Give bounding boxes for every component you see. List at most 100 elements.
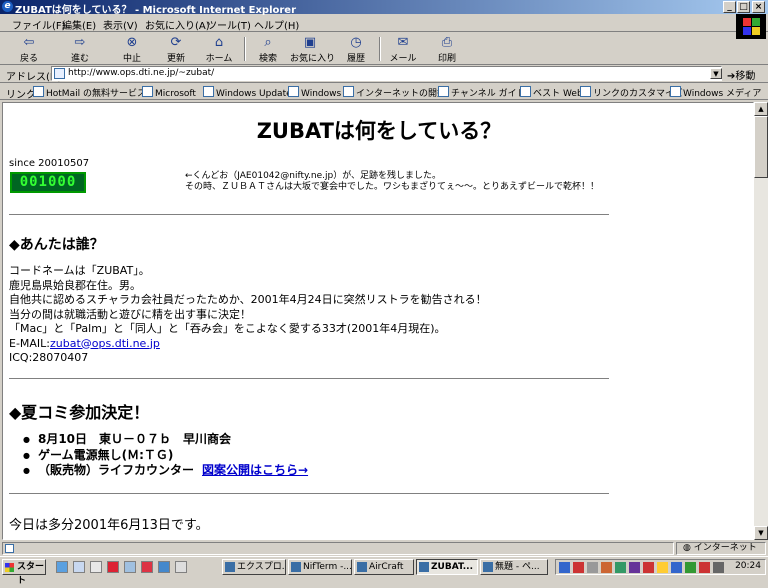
mail-button[interactable]: ✉ メール [383, 35, 423, 64]
stop-icon: ⊗ [126, 35, 138, 50]
tray-icon[interactable] [559, 562, 570, 573]
forward-button[interactable]: ⇨ 進む [60, 35, 100, 64]
scroll-up-button[interactable]: ▲ [754, 102, 768, 116]
printer-icon: ⎙ [441, 35, 453, 50]
menu-view[interactable]: 表示(V) [103, 17, 138, 32]
title-bar[interactable]: e ZUBATは何をしている？ - Microsoft Internet Exp… [0, 0, 768, 16]
search-icon: ⌕ [264, 35, 272, 50]
since-date: since 20010507 [9, 158, 90, 169]
vertical-scrollbar[interactable]: ▲ ▼ [754, 102, 768, 540]
link-windows-media[interactable]: Windows メディア [670, 86, 761, 99]
task-explorer[interactable]: エクスプロ... [222, 559, 286, 575]
link-windows[interactable]: Windows [288, 86, 341, 99]
standard-toolbar: ⇦ 戻る ⇨ 進む ⊗ 中止 ⟳ 更新 ⌂ ホーム ⌕ 検索 ▣ お気に入り ◷ [0, 33, 768, 65]
quicklaunch-icon[interactable] [124, 561, 136, 573]
divider [9, 493, 609, 495]
tray-icon[interactable] [657, 562, 668, 573]
tray-icon[interactable] [671, 562, 682, 573]
print-button[interactable]: ⎙ 印刷 [427, 35, 467, 64]
tray-icon[interactable] [601, 562, 612, 573]
desktop-quicklaunch-icon[interactable] [73, 561, 85, 573]
close-button[interactable]: × [752, 1, 765, 13]
back-button[interactable]: ⇦ 戻る [9, 35, 49, 64]
menu-bar: ファイル(F) 編集(E) 表示(V) お気に入り(A) ツール(T) ヘルプ(… [0, 15, 768, 32]
favorites-button[interactable]: ▣ お気に入り [290, 35, 335, 64]
go-button[interactable]: ➔移動 [727, 67, 755, 82]
booth-list: 8月10日 東Ｕ－０７ｂ 早川商会 ゲーム電源無し(Ｍ:ＴＧ) （販売物）ライフ… [23, 432, 308, 479]
tray-icon[interactable] [615, 562, 626, 573]
favorites-folder-icon: ▣ [303, 35, 317, 50]
list-item: ゲーム電源無し(Ｍ:ＴＧ) [23, 448, 308, 464]
stop-button[interactable]: ⊗ 中止 [112, 35, 152, 64]
email-line: E-MAIL:zubat@ops.dti.ne.jp [9, 337, 487, 352]
start-button[interactable]: スタート [2, 559, 46, 586]
tray-icon[interactable] [629, 562, 640, 573]
email-link[interactable]: zubat@ops.dti.ne.jp [50, 337, 160, 350]
links-label: リンク [6, 90, 36, 101]
task-aircraft[interactable]: AirCraft [354, 559, 414, 575]
tray-icon[interactable] [685, 562, 696, 573]
who-heading: ◆あんたは誰？ [9, 237, 104, 253]
refresh-button[interactable]: ⟳ 更新 [156, 35, 196, 64]
quicklaunch-icon[interactable] [141, 561, 153, 573]
history-icon: ◷ [350, 35, 362, 50]
profile-text: コードネームは「ZUBAT」。 鹿児島県姶良郡在住。男。 自他共に認めるスチャラ… [9, 264, 487, 366]
clock[interactable]: 20:24 [735, 561, 761, 571]
links-bar: リンク HotMail の無料サービス Microsoft Windows Up… [0, 84, 768, 101]
link-customize[interactable]: リンクのカスタマイズ [580, 86, 683, 99]
address-bar: アドレス(D) http://www.ops.dti.ne.jp/~zubat/… [0, 65, 768, 83]
quicklaunch-icon[interactable] [90, 561, 102, 573]
profile-line: 鹿児島県姶良郡在住。男。 [9, 278, 141, 292]
quicklaunch-icon[interactable] [175, 561, 187, 573]
home-button[interactable]: ⌂ ホーム [199, 35, 239, 64]
tray-icon[interactable] [699, 562, 710, 573]
link-internet-start[interactable]: インターネットの開始 [343, 86, 446, 99]
link-microsoft[interactable]: Microsoft [142, 86, 196, 99]
menu-favorites[interactable]: お気に入り(A) [145, 17, 210, 32]
address-dropdown-button[interactable]: ▼ [710, 68, 722, 79]
link-channel-guide[interactable]: チャンネル ガイド [438, 86, 526, 99]
today-text: 今日は多分2001年6月13日です。 [9, 518, 209, 533]
tray-icon[interactable] [587, 562, 598, 573]
ie-quicklaunch-icon[interactable] [56, 561, 68, 573]
maximize-button[interactable]: □ [737, 1, 750, 13]
design-link[interactable]: 図案公開はこちら→ [202, 463, 308, 477]
menu-tools[interactable]: ツール(T) [207, 17, 251, 32]
tray-icon[interactable] [643, 562, 654, 573]
divider [9, 214, 609, 216]
history-button[interactable]: ◷ 履歴 [336, 35, 376, 64]
window-title: ZUBATは何をしている？ - Microsoft Internet Explo… [15, 5, 297, 16]
task-zubat-ie[interactable]: ZUBAT... [416, 559, 478, 575]
footprint-line-2: その時、ＺＵＢＡＴさんは大坂で宴会中でした。ワシもまざりてぇ〜〜。とりあえずビー… [185, 182, 600, 192]
scroll-down-button[interactable]: ▼ [754, 526, 768, 540]
speaker-icon[interactable] [713, 562, 724, 573]
link-hotmail[interactable]: HotMail の無料サービス [33, 86, 146, 99]
page-title: ZUBATは何をしている？ [256, 119, 502, 143]
scroll-thumb[interactable] [754, 116, 768, 178]
quicklaunch-icon[interactable] [158, 561, 170, 573]
task-nifterm[interactable]: NifTerm -... [288, 559, 352, 575]
system-tray: 20:24 [555, 559, 766, 575]
status-bar: ◍ インターネット [0, 541, 768, 556]
security-zone: ◍ インターネット [676, 542, 766, 555]
link-best-web[interactable]: ベスト Web [520, 86, 583, 99]
address-input[interactable]: http://www.ops.dti.ne.jp/~zubat/ ▼ [51, 66, 722, 81]
profile-line: コードネームは「ZUBAT」。 [9, 264, 150, 277]
forward-arrow-icon: ⇨ [74, 35, 86, 50]
menu-file[interactable]: ファイル(F) [12, 17, 66, 32]
quicklaunch-icon[interactable] [107, 561, 119, 573]
menu-help[interactable]: ヘルプ(H) [254, 17, 299, 32]
home-icon: ⌂ [214, 35, 224, 50]
minimize-button[interactable]: _ [723, 1, 736, 13]
profile-line: 自他共に認めるスチャラカ会社員だったためか、2001年4月24日に突然リストラを… [9, 293, 487, 306]
toolbar-separator [379, 37, 381, 61]
search-button[interactable]: ⌕ 検索 [248, 35, 288, 64]
link-windows-update[interactable]: Windows Update [203, 86, 292, 99]
profile-line: 「Mac」と「Palm」と「同人」と「吞み会」をこよなく愛する33才(2001年… [9, 322, 446, 335]
task-paint[interactable]: 無題 - ペ... [480, 559, 548, 575]
address-url[interactable]: http://www.ops.dti.ne.jp/~zubat/ [68, 67, 214, 80]
menu-edit[interactable]: 編集(E) [62, 17, 96, 32]
comike-heading: ◆夏コミ参加決定！ [9, 403, 150, 422]
booth-goods: （販売物）ライフカウンター [37, 463, 194, 477]
tray-icon[interactable] [573, 562, 584, 573]
